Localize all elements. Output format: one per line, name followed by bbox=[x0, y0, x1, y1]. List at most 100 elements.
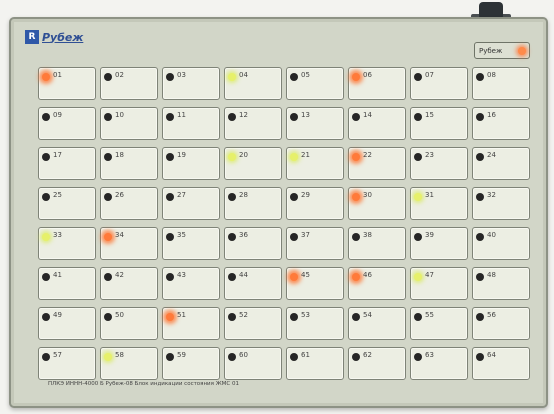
indicator-cell-62[interactable]: 62 bbox=[348, 347, 406, 380]
indicator-number: 03 bbox=[177, 71, 186, 79]
led-icon bbox=[228, 73, 236, 81]
indicator-cell-52[interactable]: 52 bbox=[224, 307, 282, 340]
indicator-cell-24[interactable]: 24 bbox=[472, 147, 530, 180]
led-icon bbox=[352, 113, 360, 121]
status-label: Рубеж bbox=[479, 46, 503, 55]
led-icon bbox=[228, 113, 236, 121]
indicator-cell-48[interactable]: 48 bbox=[472, 267, 530, 300]
indicator-number: 41 bbox=[53, 271, 62, 279]
indicator-cell-64[interactable]: 64 bbox=[472, 347, 530, 380]
indicator-cell-35[interactable]: 35 bbox=[162, 227, 220, 260]
indicator-cell-13[interactable]: 13 bbox=[286, 107, 344, 140]
indicator-number: 31 bbox=[425, 191, 434, 199]
indicator-cell-21[interactable]: 21 bbox=[286, 147, 344, 180]
indicator-cell-41[interactable]: 41 bbox=[38, 267, 96, 300]
indicator-cell-07[interactable]: 07 bbox=[410, 67, 468, 100]
indicator-cell-55[interactable]: 55 bbox=[410, 307, 468, 340]
led-icon bbox=[42, 193, 50, 201]
indicator-cell-50[interactable]: 50 bbox=[100, 307, 158, 340]
indicator-cell-25[interactable]: 25 bbox=[38, 187, 96, 220]
led-icon bbox=[414, 73, 422, 81]
indicator-number: 32 bbox=[487, 191, 496, 199]
indicator-cell-61[interactable]: 61 bbox=[286, 347, 344, 380]
led-icon bbox=[476, 153, 484, 161]
indicator-number: 44 bbox=[239, 271, 248, 279]
indicator-cell-31[interactable]: 31 bbox=[410, 187, 468, 220]
indicator-cell-20[interactable]: 20 bbox=[224, 147, 282, 180]
indicator-cell-04[interactable]: 04 bbox=[224, 67, 282, 100]
indicator-cell-43[interactable]: 43 bbox=[162, 267, 220, 300]
indicator-cell-34[interactable]: 34 bbox=[100, 227, 158, 260]
indicator-cell-38[interactable]: 38 bbox=[348, 227, 406, 260]
indicator-number: 33 bbox=[53, 231, 62, 239]
indicator-cell-12[interactable]: 12 bbox=[224, 107, 282, 140]
indicator-cell-30[interactable]: 30 bbox=[348, 187, 406, 220]
logo-text: Рубеж bbox=[42, 30, 84, 44]
indicator-cell-15[interactable]: 15 bbox=[410, 107, 468, 140]
indicator-number: 05 bbox=[301, 71, 310, 79]
indicator-cell-09[interactable]: 09 bbox=[38, 107, 96, 140]
indicator-cell-05[interactable]: 05 bbox=[286, 67, 344, 100]
indicator-number: 18 bbox=[115, 151, 124, 159]
indicator-number: 36 bbox=[239, 231, 248, 239]
led-icon bbox=[42, 313, 50, 321]
indicator-cell-08[interactable]: 08 bbox=[472, 67, 530, 100]
indicator-cell-54[interactable]: 54 bbox=[348, 307, 406, 340]
indicator-number: 61 bbox=[301, 351, 310, 359]
indicator-cell-37[interactable]: 37 bbox=[286, 227, 344, 260]
indicator-cell-19[interactable]: 19 bbox=[162, 147, 220, 180]
indicator-cell-26[interactable]: 26 bbox=[100, 187, 158, 220]
indicator-cell-53[interactable]: 53 bbox=[286, 307, 344, 340]
indicator-cell-10[interactable]: 10 bbox=[100, 107, 158, 140]
indicator-number: 59 bbox=[177, 351, 186, 359]
indicator-cell-22[interactable]: 22 bbox=[348, 147, 406, 180]
led-icon bbox=[290, 273, 298, 281]
indicator-cell-63[interactable]: 63 bbox=[410, 347, 468, 380]
led-icon bbox=[352, 153, 360, 161]
indicator-cell-49[interactable]: 49 bbox=[38, 307, 96, 340]
indicator-cell-28[interactable]: 28 bbox=[224, 187, 282, 220]
indicator-cell-33[interactable]: 33 bbox=[38, 227, 96, 260]
device-footer-label: ПЛКЭ ИННН-4000 Б Рубеж-08 Блок индикации… bbox=[48, 381, 239, 387]
indicator-cell-59[interactable]: 59 bbox=[162, 347, 220, 380]
indicator-cell-56[interactable]: 56 bbox=[472, 307, 530, 340]
led-icon bbox=[166, 73, 174, 81]
indicator-number: 47 bbox=[425, 271, 434, 279]
led-icon bbox=[290, 233, 298, 241]
indicator-cell-18[interactable]: 18 bbox=[100, 147, 158, 180]
indicator-cell-58[interactable]: 58 bbox=[100, 347, 158, 380]
indicator-cell-06[interactable]: 06 bbox=[348, 67, 406, 100]
indicator-cell-57[interactable]: 57 bbox=[38, 347, 96, 380]
indicator-number: 15 bbox=[425, 111, 434, 119]
indicator-cell-29[interactable]: 29 bbox=[286, 187, 344, 220]
indicator-cell-45[interactable]: 45 bbox=[286, 267, 344, 300]
indicator-cell-44[interactable]: 44 bbox=[224, 267, 282, 300]
led-icon bbox=[476, 353, 484, 361]
indicator-number: 49 bbox=[53, 311, 62, 319]
indicator-cell-51[interactable]: 51 bbox=[162, 307, 220, 340]
indicator-number: 27 bbox=[177, 191, 186, 199]
led-icon bbox=[104, 233, 112, 241]
indicator-cell-36[interactable]: 36 bbox=[224, 227, 282, 260]
logo-mark-icon: R bbox=[25, 30, 39, 44]
indicator-number: 01 bbox=[53, 71, 62, 79]
indicator-number: 06 bbox=[363, 71, 372, 79]
indicator-cell-40[interactable]: 40 bbox=[472, 227, 530, 260]
indicator-cell-02[interactable]: 02 bbox=[100, 67, 158, 100]
led-icon bbox=[352, 193, 360, 201]
indicator-cell-11[interactable]: 11 bbox=[162, 107, 220, 140]
indicator-cell-01[interactable]: 01 bbox=[38, 67, 96, 100]
led-icon bbox=[352, 73, 360, 81]
indicator-cell-16[interactable]: 16 bbox=[472, 107, 530, 140]
indicator-cell-42[interactable]: 42 bbox=[100, 267, 158, 300]
indicator-cell-17[interactable]: 17 bbox=[38, 147, 96, 180]
indicator-cell-03[interactable]: 03 bbox=[162, 67, 220, 100]
indicator-cell-32[interactable]: 32 bbox=[472, 187, 530, 220]
indicator-cell-39[interactable]: 39 bbox=[410, 227, 468, 260]
indicator-cell-46[interactable]: 46 bbox=[348, 267, 406, 300]
indicator-cell-14[interactable]: 14 bbox=[348, 107, 406, 140]
indicator-cell-60[interactable]: 60 bbox=[224, 347, 282, 380]
indicator-cell-27[interactable]: 27 bbox=[162, 187, 220, 220]
indicator-cell-47[interactable]: 47 bbox=[410, 267, 468, 300]
indicator-cell-23[interactable]: 23 bbox=[410, 147, 468, 180]
